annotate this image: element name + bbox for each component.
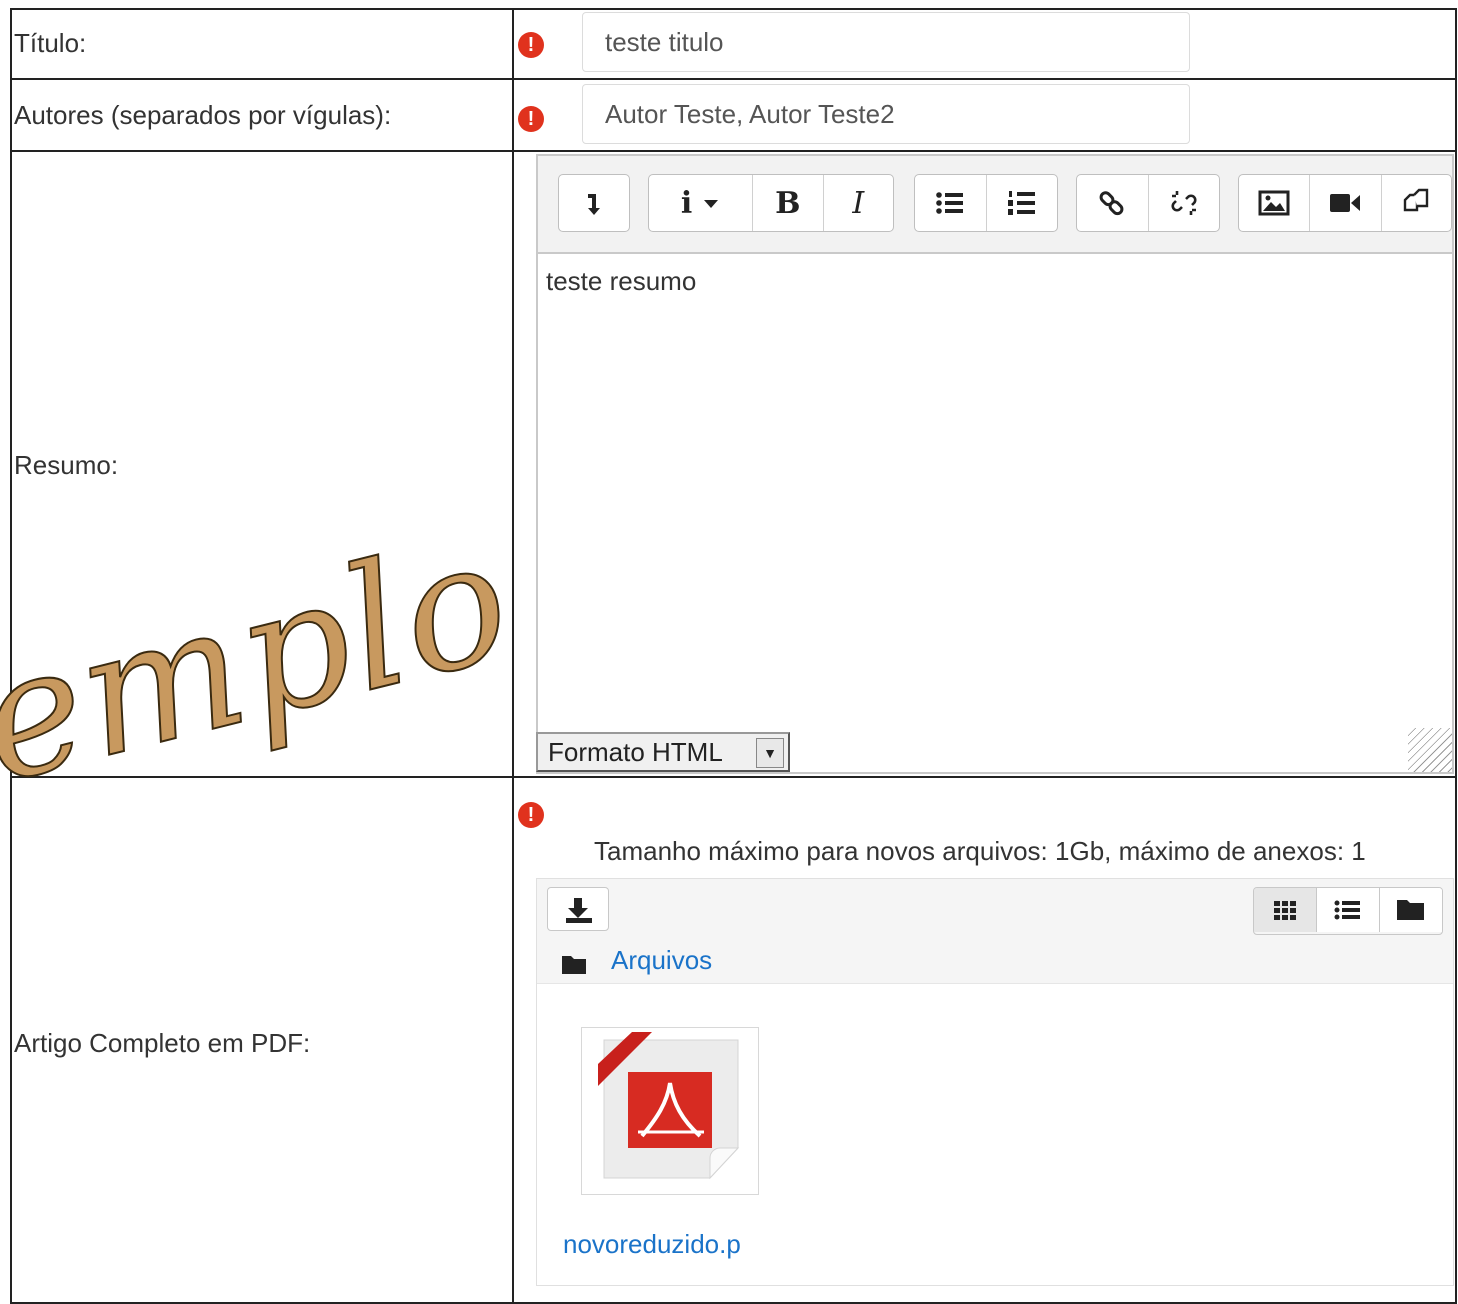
download-icon [566, 898, 592, 923]
resumo-label: Resumo: [14, 450, 119, 480]
row-divider [10, 150, 1457, 152]
format-select[interactable]: Formato HTML ▼ [536, 732, 790, 772]
editor-content[interactable]: teste resumo [546, 266, 696, 297]
toolbar-group-format: i B I [648, 174, 894, 232]
manage-files-icon[interactable] [1382, 175, 1451, 231]
numbered-list-icon[interactable] [987, 175, 1058, 231]
toolbar-group-expand [558, 174, 630, 232]
breadcrumb-arquivos[interactable]: Arquivos [611, 945, 712, 976]
row-divider [10, 78, 1457, 80]
titulo-input[interactable]: teste titulo [582, 12, 1190, 72]
unlink-icon[interactable] [1149, 175, 1220, 231]
required-icon: ! [518, 106, 544, 132]
grid-view-icon[interactable] [1254, 888, 1317, 932]
caret-down-icon [704, 200, 719, 208]
row-divider [10, 776, 1457, 778]
link-icon[interactable] [1077, 175, 1149, 231]
italic-button[interactable]: I [824, 175, 893, 231]
resumo-editor: i B I teste resumo [536, 154, 1454, 774]
info-dropdown-button[interactable]: i [649, 175, 754, 231]
editor-toolbar: i B I [538, 156, 1452, 254]
format-select-value: Formato HTML [548, 737, 723, 767]
video-icon[interactable] [1310, 175, 1382, 231]
tree-view-icon[interactable] [1380, 888, 1442, 932]
select-arrow-icon: ▼ [756, 738, 784, 768]
info-icon: i [680, 185, 693, 221]
toolbar-group-media [1238, 174, 1452, 232]
view-switcher [1253, 887, 1443, 935]
autores-input[interactable]: Autor Teste, Autor Teste2 [582, 84, 1190, 144]
image-icon[interactable] [1239, 175, 1311, 231]
artigo-label: Artigo Completo em PDF: [14, 1028, 311, 1058]
add-file-button[interactable] [547, 887, 609, 931]
autores-label: Autores (separados por vígulas): [14, 100, 392, 130]
bulleted-list-icon[interactable] [915, 175, 987, 231]
required-icon: ! [518, 32, 544, 58]
file-picker-header: Arquivos [537, 879, 1453, 984]
bold-button[interactable]: B [753, 175, 824, 231]
pdf-file-icon [598, 1032, 740, 1180]
toolbar-group-links [1076, 174, 1220, 232]
file-picker: Arquivos novoreduzido.p [536, 878, 1454, 1286]
titulo-label: Título: [14, 28, 87, 58]
folder-icon [562, 956, 586, 974]
max-file-info: Tamanho máximo para novos arquivos: 1Gb,… [594, 836, 1366, 866]
file-thumbnail[interactable] [581, 1027, 759, 1195]
resize-handle[interactable] [1408, 728, 1452, 772]
file-name-link[interactable]: novoreduzido.p [563, 1229, 741, 1260]
expand-icon[interactable] [559, 175, 629, 231]
required-icon: ! [518, 802, 544, 828]
list-view-icon[interactable] [1317, 888, 1380, 932]
toolbar-group-lists [914, 174, 1058, 232]
